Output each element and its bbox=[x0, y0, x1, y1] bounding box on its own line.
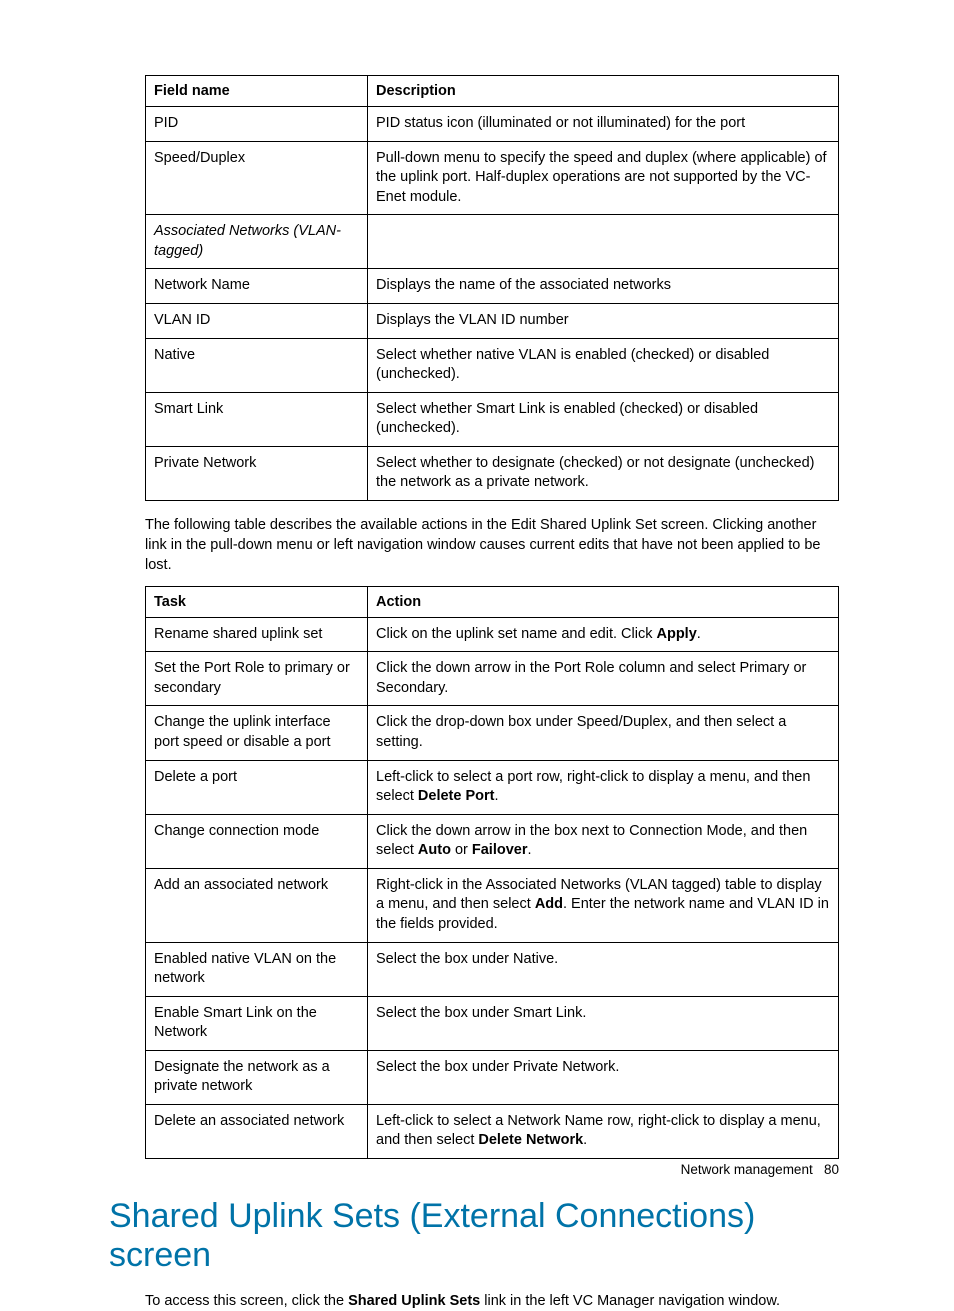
cell-desc bbox=[368, 215, 839, 269]
table-row: Native Select whether native VLAN is ena… bbox=[146, 338, 839, 392]
table-row: Designate the network as a private netwo… bbox=[146, 1050, 839, 1104]
cell-desc: Displays the name of the associated netw… bbox=[368, 269, 839, 304]
table-row: Change the uplink interface port speed o… bbox=[146, 706, 839, 760]
cell-task: Set the Port Role to primary or secondar… bbox=[146, 652, 368, 706]
cell-task: Enabled native VLAN on the network bbox=[146, 942, 368, 996]
document-page: Field name Description PID PID status ic… bbox=[0, 0, 954, 1311]
task-action-table: Task Action Rename shared uplink set Cli… bbox=[145, 586, 839, 1159]
cell-field: Private Network bbox=[146, 446, 368, 500]
table-header-row: Task Action bbox=[146, 586, 839, 617]
cell-field: Native bbox=[146, 338, 368, 392]
cell-action: Click the drop-down box under Speed/Dupl… bbox=[368, 706, 839, 760]
table-row: PID PID status icon (illuminated or not … bbox=[146, 107, 839, 142]
cell-task: Delete an associated network bbox=[146, 1104, 368, 1158]
cell-task: Designate the network as a private netwo… bbox=[146, 1050, 368, 1104]
table-row: Add an associated network Right-click in… bbox=[146, 868, 839, 942]
cell-action: Left-click to select a Network Name row,… bbox=[368, 1104, 839, 1158]
table-row: Enable Smart Link on the Network Select … bbox=[146, 996, 839, 1050]
cell-action: Select the box under Smart Link. bbox=[368, 996, 839, 1050]
cell-field: Speed/Duplex bbox=[146, 141, 368, 215]
cell-desc: Select whether to designate (checked) or… bbox=[368, 446, 839, 500]
table-row: Private Network Select whether to design… bbox=[146, 446, 839, 500]
table-row: Speed/Duplex Pull-down menu to specify t… bbox=[146, 141, 839, 215]
cell-desc: Select whether native VLAN is enabled (c… bbox=[368, 338, 839, 392]
cell-task: Delete a port bbox=[146, 760, 368, 814]
cell-action: Click the down arrow in the Port Role co… bbox=[368, 652, 839, 706]
cell-desc: Displays the VLAN ID number bbox=[368, 303, 839, 338]
section-intro-paragraph: To access this screen, click the Shared … bbox=[145, 1291, 839, 1311]
footer-page-number: 80 bbox=[824, 1162, 839, 1177]
table-row: Delete an associated network Left-click … bbox=[146, 1104, 839, 1158]
table-row: Rename shared uplink set Click on the up… bbox=[146, 617, 839, 652]
cell-task: Enable Smart Link on the Network bbox=[146, 996, 368, 1050]
header-action: Action bbox=[368, 586, 839, 617]
cell-field: Smart Link bbox=[146, 392, 368, 446]
table-header-row: Field name Description bbox=[146, 76, 839, 107]
table-row: Delete a port Left-click to select a por… bbox=[146, 760, 839, 814]
cell-task: Change the uplink interface port speed o… bbox=[146, 706, 368, 760]
cell-field: VLAN ID bbox=[146, 303, 368, 338]
cell-action: Click the down arrow in the box next to … bbox=[368, 814, 839, 868]
field-description-table: Field name Description PID PID status ic… bbox=[145, 75, 839, 501]
cell-action: Left-click to select a port row, right-c… bbox=[368, 760, 839, 814]
cell-action: Right-click in the Associated Networks (… bbox=[368, 868, 839, 942]
page-footer: Network management 80 bbox=[681, 1162, 839, 1177]
cell-task: Rename shared uplink set bbox=[146, 617, 368, 652]
cell-task: Change connection mode bbox=[146, 814, 368, 868]
cell-task: Add an associated network bbox=[146, 868, 368, 942]
cell-field-section: Associated Networks (VLAN-tagged) bbox=[146, 215, 368, 269]
cell-action: Select the box under Private Network. bbox=[368, 1050, 839, 1104]
cell-desc: Pull-down menu to specify the speed and … bbox=[368, 141, 839, 215]
table-row: Network Name Displays the name of the as… bbox=[146, 269, 839, 304]
cell-field: PID bbox=[146, 107, 368, 142]
section-heading: Shared Uplink Sets (External Connections… bbox=[109, 1197, 839, 1275]
table-row: Enabled native VLAN on the network Selec… bbox=[146, 942, 839, 996]
table-row: Change connection mode Click the down ar… bbox=[146, 814, 839, 868]
intro-paragraph: The following table describes the availa… bbox=[145, 515, 839, 576]
table-row: Associated Networks (VLAN-tagged) bbox=[146, 215, 839, 269]
footer-label: Network management bbox=[681, 1162, 813, 1177]
table-row: Set the Port Role to primary or secondar… bbox=[146, 652, 839, 706]
header-field-name: Field name bbox=[146, 76, 368, 107]
cell-action: Click on the uplink set name and edit. C… bbox=[368, 617, 839, 652]
cell-field: Network Name bbox=[146, 269, 368, 304]
cell-action: Select the box under Native. bbox=[368, 942, 839, 996]
table-row: Smart Link Select whether Smart Link is … bbox=[146, 392, 839, 446]
cell-desc: PID status icon (illuminated or not illu… bbox=[368, 107, 839, 142]
table-row: VLAN ID Displays the VLAN ID number bbox=[146, 303, 839, 338]
header-task: Task bbox=[146, 586, 368, 617]
header-description: Description bbox=[368, 76, 839, 107]
cell-desc: Select whether Smart Link is enabled (ch… bbox=[368, 392, 839, 446]
